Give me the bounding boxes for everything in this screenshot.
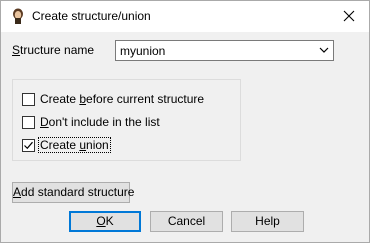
close-button[interactable] bbox=[329, 1, 369, 32]
create-before-label: Create before current structure bbox=[40, 92, 205, 106]
window-title: Create structure/union bbox=[32, 9, 151, 23]
dont-include-label: Don't include in the list bbox=[40, 115, 160, 129]
chevron-down-icon bbox=[319, 47, 329, 53]
create-union-label: Create union bbox=[38, 137, 111, 153]
structure-name-label: Structure name bbox=[12, 43, 95, 57]
app-icon bbox=[13, 8, 23, 24]
checkbox-box[interactable] bbox=[22, 139, 35, 152]
close-icon bbox=[343, 10, 355, 22]
checkmark-icon bbox=[24, 141, 33, 150]
add-standard-structure-button[interactable]: Add standard structure bbox=[12, 182, 134, 203]
cancel-button[interactable]: Cancel bbox=[150, 211, 223, 232]
create-structure-dialog: Create structure/union Structure name my… bbox=[0, 0, 370, 243]
checkbox-box[interactable] bbox=[22, 116, 35, 129]
checkbox-box[interactable] bbox=[22, 93, 35, 106]
help-button[interactable]: Help bbox=[231, 211, 304, 232]
structure-name-value: myunion bbox=[120, 44, 166, 58]
structure-name-combobox[interactable]: myunion bbox=[115, 40, 334, 61]
ok-button[interactable]: OK bbox=[69, 211, 141, 232]
title-bar: Create structure/union bbox=[1, 1, 369, 32]
